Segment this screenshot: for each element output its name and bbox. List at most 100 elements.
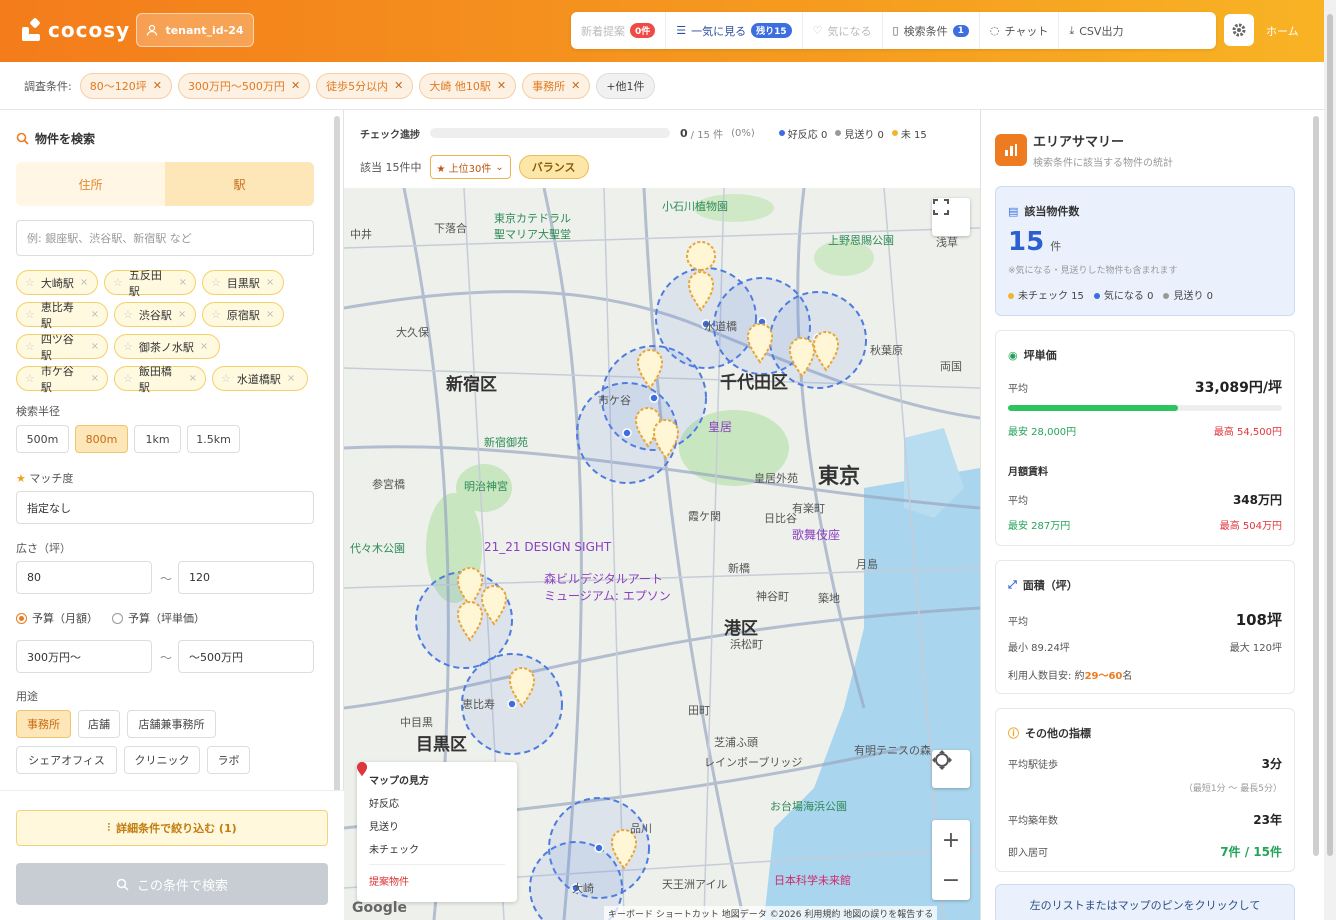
station-tag[interactable]: ☆ 原宿駅 × <box>202 302 284 327</box>
star-icon[interactable]: ☆ <box>25 276 35 289</box>
station-tag[interactable]: ☆ 目黒駅 × <box>202 270 284 295</box>
radius-option[interactable]: 800m <box>75 425 128 453</box>
station-tag[interactable]: ☆ 渋谷駅 × <box>114 302 196 327</box>
tab-address[interactable]: 住所 <box>16 162 165 206</box>
station-tag[interactable]: ☆ 大崎駅 × <box>16 270 98 295</box>
remove-icon[interactable]: × <box>266 309 274 320</box>
property-pin-icon[interactable] <box>456 600 484 642</box>
property-pin-icon[interactable] <box>812 330 840 372</box>
remove-icon[interactable]: × <box>80 277 88 288</box>
remove-icon[interactable]: × <box>91 341 99 352</box>
favorites-button[interactable]: ♡ 気になる <box>803 12 883 49</box>
csv-export-button[interactable]: ⤓ CSV出力 <box>1059 12 1133 49</box>
remove-icon[interactable]: ✕ <box>497 79 506 92</box>
remove-icon[interactable]: × <box>178 309 186 320</box>
map-canvas[interactable]: 新宿区 千代田区 港区 目黒区 東京 東京カテドラル 聖マリア大聖堂 小石川植物… <box>344 188 980 920</box>
station-tag[interactable]: ☆ 四ツ谷駅 × <box>16 333 108 362</box>
match-select[interactable]: 指定なし <box>16 491 314 524</box>
remove-icon[interactable]: × <box>287 373 295 384</box>
condition-chip[interactable]: 300万円〜500万円 ✕ <box>177 72 311 99</box>
map-pan-button[interactable] <box>932 750 970 788</box>
search-panel-scrollbar[interactable] <box>334 116 340 806</box>
tenant-switcher[interactable]: tenant_id-24 <box>136 13 254 47</box>
property-pin-icon[interactable] <box>508 666 536 708</box>
use-option[interactable]: ラボ <box>207 746 250 774</box>
area-max-input[interactable]: 120 <box>178 561 314 594</box>
bulk-view-button[interactable]: ☰ 一気に見る 残り15 <box>666 12 803 49</box>
search-conditions-button[interactable]: ▯ 検索条件 1 <box>883 12 980 49</box>
top-count-select[interactable]: ★ 上位30件 ⌄ <box>429 155 511 179</box>
page-scrollbar-thumb[interactable] <box>1327 14 1333 856</box>
budget-min-input[interactable]: 300万円〜 <box>16 640 152 673</box>
use-option[interactable]: クリニック <box>124 746 200 774</box>
star-icon[interactable]: ☆ <box>25 340 35 353</box>
legend-row-label: 提案物件 <box>369 877 409 888</box>
radius-option[interactable]: 1.5km <box>187 425 240 453</box>
remove-icon[interactable]: × <box>91 309 99 320</box>
remove-icon[interactable]: × <box>266 277 274 288</box>
home-link[interactable]: ホーム <box>1266 23 1299 39</box>
station-tag-label: 御茶ノ水駅 <box>138 340 194 354</box>
tab-station[interactable]: 駅 <box>165 162 314 206</box>
settings-button[interactable] <box>1224 14 1254 46</box>
brand-logo[interactable]: cocosy <box>22 17 130 42</box>
property-pin-icon[interactable] <box>652 418 680 460</box>
station-tag[interactable]: ☆ 恵比寿駅 × <box>16 301 108 330</box>
more-conditions-chip[interactable]: +他1件 <box>596 72 655 99</box>
budget-tsubo-radio[interactable]: 予算（坪単価） <box>112 610 205 626</box>
radius-option[interactable]: 500m <box>16 425 69 453</box>
map-label-place: 日比谷 <box>764 512 797 525</box>
budget-max-input[interactable]: 〜500万円 <box>178 640 314 673</box>
property-pin-icon[interactable] <box>636 348 664 390</box>
station-tag[interactable]: ☆ 市ケ谷駅 × <box>16 365 108 394</box>
remove-icon[interactable]: ✕ <box>571 79 580 92</box>
remove-icon[interactable]: × <box>179 277 187 288</box>
summary-scrollbar-thumb[interactable] <box>1313 116 1319 856</box>
station-tag[interactable]: ☆ 水道橋駅 × <box>212 366 308 391</box>
remove-icon[interactable]: ✕ <box>291 79 300 92</box>
station-tag[interactable]: ☆ 飯田橋駅 × <box>114 365 206 394</box>
star-icon[interactable]: ☆ <box>123 372 133 385</box>
use-option[interactable]: 店舗 <box>78 710 120 738</box>
radius-option[interactable]: 1km <box>134 425 181 453</box>
star-icon[interactable]: ☆ <box>25 372 35 385</box>
tsubo-minmax-row: 最安 28,000円 最高 54,500円 <box>1008 423 1282 438</box>
station-tag[interactable]: ☆ 五反田駅 × <box>104 269 196 298</box>
chat-button[interactable]: ◌ チャット <box>980 12 1060 49</box>
star-icon[interactable]: ☆ <box>123 340 133 353</box>
map-attribution[interactable]: キーボード ショートカット 地図データ ©2026 利用規約 地図の誤りを報告す… <box>604 906 938 920</box>
zoom-in-icon[interactable]: + <box>942 828 960 853</box>
budget-monthly-radio[interactable]: 予算（月額） <box>16 610 98 626</box>
star-icon[interactable]: ☆ <box>211 308 221 321</box>
remove-icon[interactable]: × <box>189 373 197 384</box>
property-pin-icon[interactable] <box>687 270 715 312</box>
use-option[interactable]: 事務所 <box>16 710 71 738</box>
condition-chip[interactable]: 大崎 他10駅 ✕ <box>419 72 517 99</box>
station-search-input[interactable]: 例: 銀座駅、渋谷駅、新宿駅 など <box>16 220 314 256</box>
new-proposals-button[interactable]: 新着提案 0件 <box>571 12 667 49</box>
run-search-button[interactable]: この条件で検索 <box>16 863 328 905</box>
property-pin-icon[interactable] <box>746 322 774 364</box>
area-min-input[interactable]: 80 <box>16 561 152 594</box>
zoom-out-icon[interactable]: − <box>942 868 960 893</box>
use-option[interactable]: 店舗兼事務所 <box>127 710 216 738</box>
condition-chip[interactable]: 80〜120坪 ✕ <box>79 72 172 99</box>
balance-toggle[interactable]: バランス <box>518 155 589 179</box>
map-label-poi: 日本科学未来館 <box>774 874 851 887</box>
star-icon[interactable]: ☆ <box>221 372 231 385</box>
star-icon[interactable]: ☆ <box>123 308 133 321</box>
property-pin-icon[interactable] <box>480 584 508 626</box>
station-tag[interactable]: ☆ 御茶ノ水駅 × <box>114 334 220 359</box>
use-option[interactable]: シェアオフィス <box>16 746 117 774</box>
star-icon[interactable]: ☆ <box>211 276 221 289</box>
star-icon[interactable]: ☆ <box>25 308 35 321</box>
remove-icon[interactable]: ✕ <box>153 79 162 92</box>
condition-chip[interactable]: 徒歩5分以内 ✕ <box>316 72 414 99</box>
detail-filter-button[interactable]: ⫶ 詳細条件で絞り込む (1) <box>16 810 328 846</box>
remove-icon[interactable]: ✕ <box>394 79 403 92</box>
remove-icon[interactable]: × <box>200 341 208 352</box>
fullscreen-button[interactable] <box>932 198 970 236</box>
condition-chip[interactable]: 事務所 ✕ <box>522 72 591 99</box>
remove-icon[interactable]: × <box>91 373 99 384</box>
star-icon[interactable]: ☆ <box>113 276 123 289</box>
